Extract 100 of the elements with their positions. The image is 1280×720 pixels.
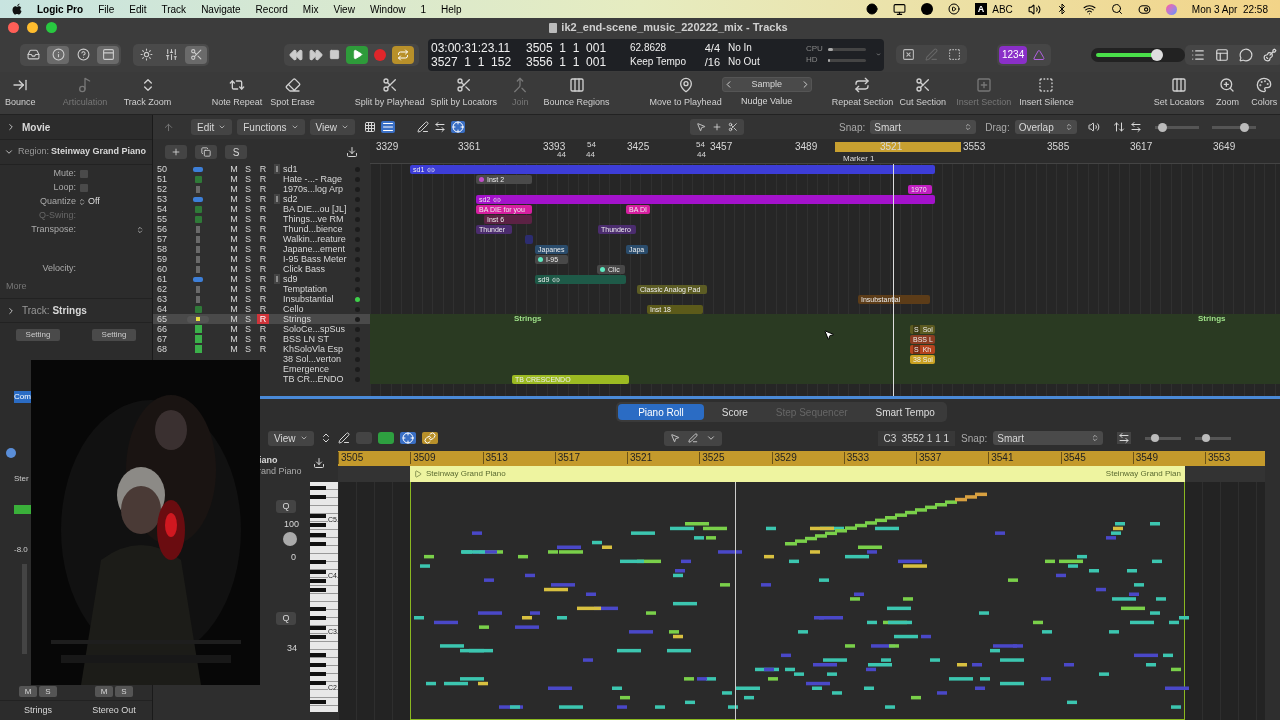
guitar-icon[interactable] [1263, 47, 1278, 62]
input-badge[interactable]: A [974, 3, 988, 15]
solo-button[interactable]: S [245, 324, 251, 334]
record-enable-button[interactable]: R [256, 294, 270, 304]
list-view-icon[interactable] [381, 121, 396, 133]
track-header[interactable]: 64 M S R Cello [153, 304, 370, 314]
track-header[interactable]: 60 M S R Click Bass [153, 264, 370, 274]
vertical-zoom-icon[interactable] [1112, 121, 1125, 133]
menu-button[interactable]: View [309, 119, 356, 135]
solo-button[interactable]: S [115, 686, 133, 697]
setting-button[interactable]: Setting [92, 329, 136, 341]
track-header[interactable]: 53 M S R I sd2 [153, 194, 370, 204]
zoom-slider[interactable] [1211, 125, 1256, 129]
record-enable-button[interactable]: R [256, 284, 270, 294]
add-track-button[interactable] [165, 144, 187, 159]
mute-button[interactable]: M [230, 304, 238, 314]
marker[interactable]: Marker 1 [843, 154, 875, 163]
record-enable-button[interactable]: R [256, 244, 270, 254]
toolbar-button[interactable]: Set Locators [1153, 77, 1205, 110]
info-button[interactable] [47, 45, 69, 64]
menu-button[interactable]: Edit [191, 119, 233, 135]
track-header[interactable]: 51 M S R Hate -...- Rage [153, 174, 370, 184]
output-slot[interactable]: Ster [14, 473, 31, 485]
mute-button[interactable]: M [230, 344, 238, 354]
quantize-value[interactable]: Off [88, 194, 100, 209]
menu-item[interactable]: Mix [302, 1, 319, 17]
stepper-icon[interactable] [136, 225, 144, 234]
cycle-button[interactable] [392, 45, 414, 64]
panel-button[interactable] [97, 45, 119, 64]
solo-button[interactable]: S [245, 304, 251, 314]
pointer-tool-icon[interactable] [669, 433, 680, 443]
record-enable-button[interactable]: R [256, 334, 270, 344]
toolbar-button[interactable]: Bounce [0, 77, 41, 110]
snap-select[interactable]: Smart [870, 120, 977, 134]
movie-section-header[interactable]: Movie [22, 119, 51, 135]
menu-item[interactable]: Record [255, 1, 288, 17]
track-header[interactable]: 68 M S R KhSoloVla Esp [153, 344, 370, 354]
catch-icon[interactable] [399, 432, 416, 444]
zoom-slider[interactable] [1195, 436, 1232, 440]
mute-button[interactable]: M [19, 686, 37, 697]
editor-tab[interactable]: Piano Roll [618, 404, 704, 420]
menu-item[interactable]: 1 [420, 1, 427, 17]
slider-thumb[interactable] [1202, 433, 1211, 442]
velocity-knob[interactable] [283, 532, 297, 546]
piano-key[interactable] [310, 532, 326, 537]
solo-button[interactable]: S [245, 264, 251, 274]
mute-button[interactable]: M [230, 184, 238, 194]
horizontal-zoom-icon[interactable] [1129, 121, 1142, 133]
apple-icon[interactable] [12, 3, 22, 15]
slider-thumb[interactable] [1158, 122, 1168, 132]
record-enable-button[interactable]: R [256, 274, 270, 284]
piano-key[interactable] [310, 625, 326, 630]
piano-key[interactable] [310, 541, 326, 546]
track-header[interactable]: 50 M S R I sd1 [153, 164, 370, 174]
pencil-tool-icon[interactable] [687, 433, 698, 443]
toolbar-button[interactable]: Repeat Section [831, 77, 894, 110]
compressor-slot[interactable]: Com [14, 391, 31, 403]
quantize-button[interactable]: Q [276, 612, 296, 625]
app-menu[interactable]: Logic Pro [37, 1, 84, 17]
chevron-down-icon[interactable] [4, 147, 14, 157]
volume-icon[interactable] [1027, 2, 1041, 16]
track-header[interactable]: 65 M S R Strings [153, 314, 370, 324]
menu-item[interactable]: Help [441, 1, 462, 17]
chevron-right-icon[interactable] [6, 122, 16, 132]
snap-select[interactable]: Smart [993, 431, 1104, 445]
input-monitor-button[interactable]: I [273, 274, 281, 284]
menu-item[interactable]: View [333, 1, 355, 17]
nudge-stepper[interactable]: Sample [721, 77, 812, 92]
piano-key[interactable] [310, 634, 326, 639]
app-status-icon[interactable] [920, 3, 933, 15]
record-enable-button[interactable]: R [256, 164, 270, 174]
setting-button[interactable]: Setting [16, 329, 60, 341]
editor-tab[interactable]: Smart Tempo [865, 404, 945, 420]
play-button[interactable] [346, 45, 368, 64]
record-enable-button[interactable]: R [256, 304, 270, 314]
record-enable-button[interactable]: R [256, 224, 270, 234]
solo-button[interactable]: S [245, 284, 251, 294]
menu-item[interactable]: Track [161, 1, 187, 17]
piano-key[interactable] [310, 606, 326, 611]
record-enable-button[interactable]: R [256, 204, 270, 214]
plus-tool-icon[interactable] [712, 122, 723, 132]
play-status-icon[interactable] [947, 3, 960, 15]
record-enable-button[interactable]: R [256, 324, 270, 334]
record-enable-button[interactable]: R [256, 194, 270, 204]
toolbar-button[interactable]: Track Zoom [123, 77, 172, 110]
list-icon[interactable] [1191, 47, 1206, 62]
track-header[interactable]: 52 M S R 1970s...log Arp [153, 184, 370, 194]
toolbar-button[interactable]: Zoom [1210, 77, 1245, 110]
zoom-button[interactable] [46, 22, 57, 33]
solo-button[interactable]: S [245, 164, 251, 174]
select-arrows-icon[interactable] [78, 197, 86, 206]
solo-button[interactable]: S [245, 194, 251, 204]
zoom-slider[interactable] [1145, 436, 1182, 440]
master-volume-slider[interactable] [1091, 47, 1186, 62]
pointer-tool-icon[interactable] [696, 122, 707, 132]
mute-button[interactable]: M [230, 194, 238, 204]
solo-button[interactable]: S [245, 294, 251, 304]
mute-button[interactable]: M [230, 264, 238, 274]
catch-icon[interactable] [451, 121, 466, 133]
mute-button[interactable]: M [230, 234, 238, 244]
